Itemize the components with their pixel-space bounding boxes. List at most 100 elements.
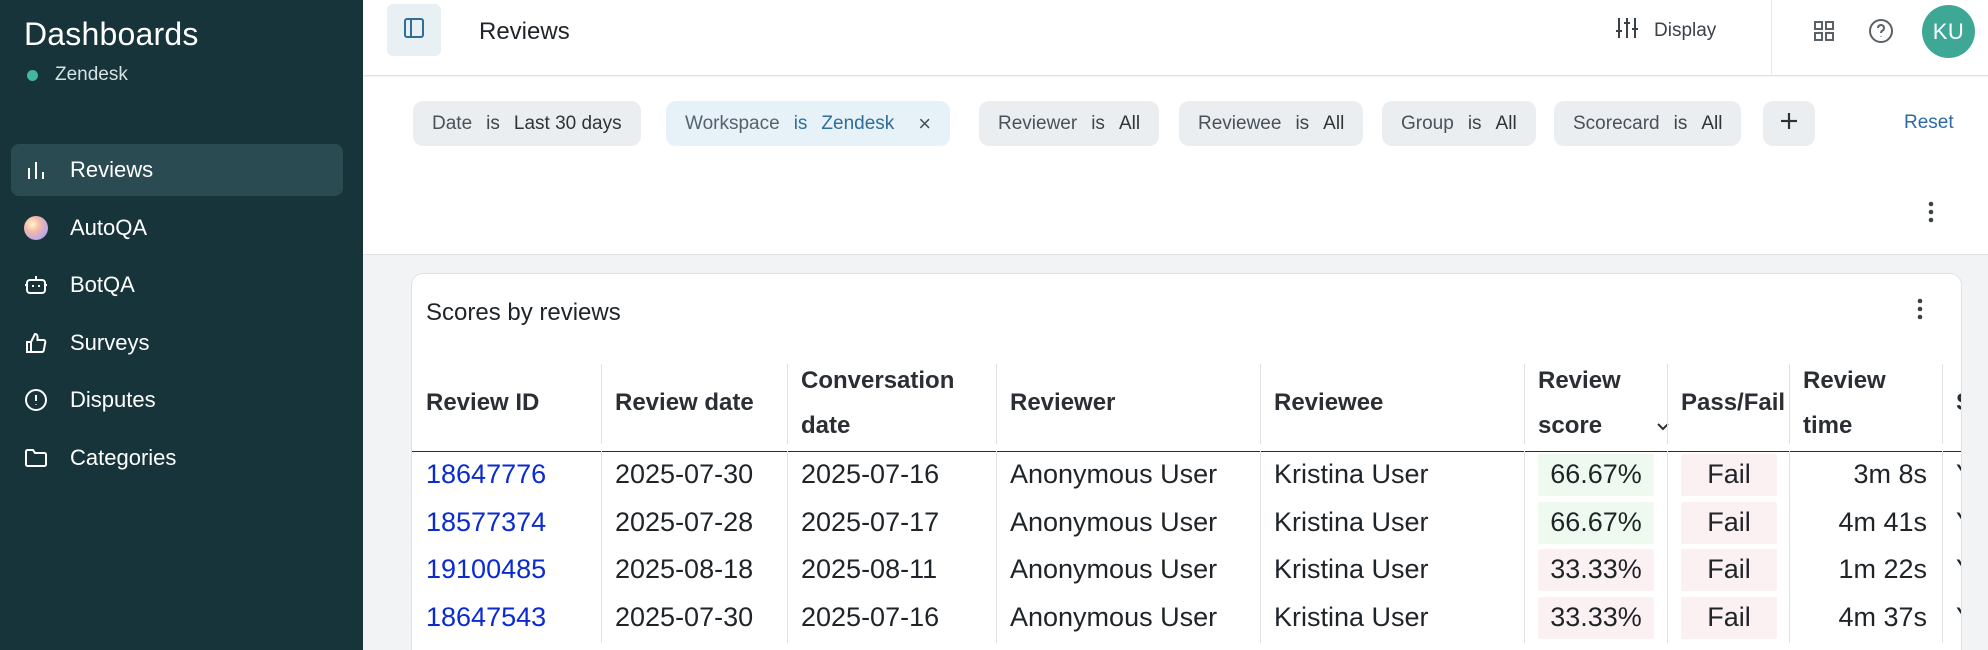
sidebar-item-botqa[interactable]: BotQA <box>11 259 343 311</box>
body-column-divider <box>996 451 997 643</box>
user-avatar[interactable]: KU <box>1922 5 1975 58</box>
reviewee-cell: Kristina User <box>1274 459 1429 490</box>
reviewer-cell: Anonymous User <box>1010 459 1218 490</box>
reset-filters-link[interactable]: Reset <box>1904 112 1954 134</box>
filter-chip-reviewee[interactable]: Reviewee is All <box>1179 101 1364 146</box>
filter-value: All <box>1495 112 1517 134</box>
review-time-cell: 1m 22s <box>1838 554 1927 585</box>
conversation-date-cell: 2025-07-16 <box>801 459 940 490</box>
pass-fail-cell: Fail <box>1707 507 1751 538</box>
filter-field: Group <box>1401 112 1454 134</box>
sidebar-item-autoqa[interactable]: AutoQA <box>11 202 343 254</box>
pass-fail-cell: Fail <box>1707 459 1751 490</box>
column-header-review-score[interactable]: Review score <box>1538 354 1678 451</box>
sidebar-item-disputes[interactable]: Disputes <box>11 374 343 426</box>
column-header-reviewee[interactable]: Reviewee <box>1274 354 1504 451</box>
filter-chip-date[interactable]: Date is Last 30 days <box>413 101 641 146</box>
sidebar-item-label: AutoQA <box>70 214 148 240</box>
app-title: Dashboards <box>24 16 199 52</box>
reviewee-cell: Kristina User <box>1274 507 1429 538</box>
workspace-name: Zendesk <box>55 64 128 85</box>
reviewer-cell: Anonymous User <box>1010 507 1218 538</box>
review-date-cell: 2025-07-28 <box>615 507 754 538</box>
sort-desc-icon[interactable] <box>1655 404 1671 449</box>
column-header-review-time[interactable]: Review time <box>1803 354 1923 451</box>
reviewer-cell: Anonymous User <box>1010 554 1218 585</box>
column-divider <box>1524 364 1525 444</box>
filter-op: is <box>486 112 500 134</box>
filter-field: Workspace <box>685 112 780 134</box>
review-score-cell: 33.33% <box>1550 602 1642 633</box>
body-column-divider <box>1524 451 1525 643</box>
workspace-status-dot <box>27 69 38 81</box>
column-divider <box>1260 364 1261 444</box>
column-divider <box>1789 364 1790 444</box>
sidebar-item-label: Reviews <box>70 157 154 182</box>
review-id-link[interactable]: 19100485 <box>426 546 546 594</box>
filter-value: Zendesk <box>821 112 895 134</box>
help-circle-icon <box>1867 19 1895 49</box>
pass-fail-cell: Fail <box>1707 554 1751 585</box>
filter-value: Last 30 days <box>513 112 622 134</box>
filter-field: Date <box>432 112 473 134</box>
column-header-conversation-date[interactable]: Conversation date <box>801 354 1001 451</box>
display-label: Display <box>1654 20 1717 41</box>
column-divider <box>1667 364 1668 444</box>
review-id-link[interactable]: 18577374 <box>426 499 546 547</box>
help-button[interactable] <box>1867 17 1895 45</box>
display-button[interactable]: Display <box>1614 14 1716 48</box>
card-title: Scores by reviews <box>426 299 621 326</box>
column-header-truncated[interactable]: S <box>1956 354 1961 451</box>
sidebar-item-surveys[interactable]: Surveys <box>11 317 343 369</box>
sidebar: Dashboards Zendesk Reviews AutoQA BotQA … <box>0 0 363 650</box>
column-header-review-id[interactable]: Review ID <box>426 354 596 451</box>
body-column-divider <box>787 451 788 643</box>
conversation-date-cell: 2025-07-17 <box>801 507 940 538</box>
filter-field: Reviewer <box>998 112 1078 134</box>
truncated-cell: Y <box>1956 499 1961 547</box>
thumbs-up-icon <box>23 330 49 356</box>
filter-op: is <box>1091 112 1105 134</box>
sidebar-item-reviews[interactable]: Reviews <box>11 144 343 196</box>
truncated-cell: Y <box>1956 451 1961 499</box>
body-column-divider <box>1260 451 1261 643</box>
column-header-reviewer[interactable]: Reviewer <box>1010 354 1250 451</box>
column-header-review-date[interactable]: Review date <box>615 354 785 451</box>
more-options-button[interactable] <box>1921 197 1941 227</box>
plus-icon <box>1778 110 1800 137</box>
add-filter-button[interactable] <box>1763 101 1815 146</box>
sidebar-toggle-button[interactable] <box>387 4 441 56</box>
review-id-link[interactable]: 18647776 <box>426 451 546 499</box>
workspace-indicator[interactable]: Zendesk <box>27 64 128 86</box>
apps-grid-button[interactable] <box>1810 17 1838 45</box>
filter-chip-reviewer[interactable]: Reviewer is All <box>979 101 1160 146</box>
sliders-icon <box>1614 15 1640 47</box>
sidebar-item-categories[interactable]: Categories <box>11 432 343 484</box>
column-divider <box>1942 364 1943 444</box>
filter-chip-workspace[interactable]: Workspace is Zendesk × <box>666 101 951 146</box>
body-column-divider <box>1942 451 1943 643</box>
close-icon[interactable]: × <box>918 112 931 135</box>
filter-op: is <box>793 112 808 134</box>
scores-card: Scores by reviews Review ID Review date … <box>411 273 1962 650</box>
review-time-cell: 4m 41s <box>1838 507 1927 538</box>
reviewer-cell: Anonymous User <box>1010 602 1218 633</box>
filter-chip-group[interactable]: Group is All <box>1382 101 1536 146</box>
grid-icon <box>1810 21 1838 49</box>
filter-chip-scorecard[interactable]: Scorecard is All <box>1554 101 1742 146</box>
sidebar-panel-icon <box>402 16 426 45</box>
body-column-divider <box>1789 451 1790 643</box>
top-bar: Reviews Display KU <box>363 0 1988 76</box>
body-column-divider <box>601 451 602 643</box>
reviewee-cell: Kristina User <box>1274 602 1429 633</box>
column-divider <box>996 364 997 444</box>
review-score-cell: 66.67% <box>1550 459 1642 490</box>
reviewee-cell: Kristina User <box>1274 554 1429 585</box>
card-more-button[interactable] <box>1910 294 1930 324</box>
alert-circle-icon <box>23 387 49 413</box>
page-title: Reviews <box>479 18 570 45</box>
review-id-link[interactable]: 18647543 <box>426 594 546 642</box>
review-score-cell: 66.67% <box>1550 507 1642 538</box>
kebab-icon <box>1910 298 1930 328</box>
column-header-pass-fail[interactable]: Pass/Fail <box>1681 354 1793 451</box>
